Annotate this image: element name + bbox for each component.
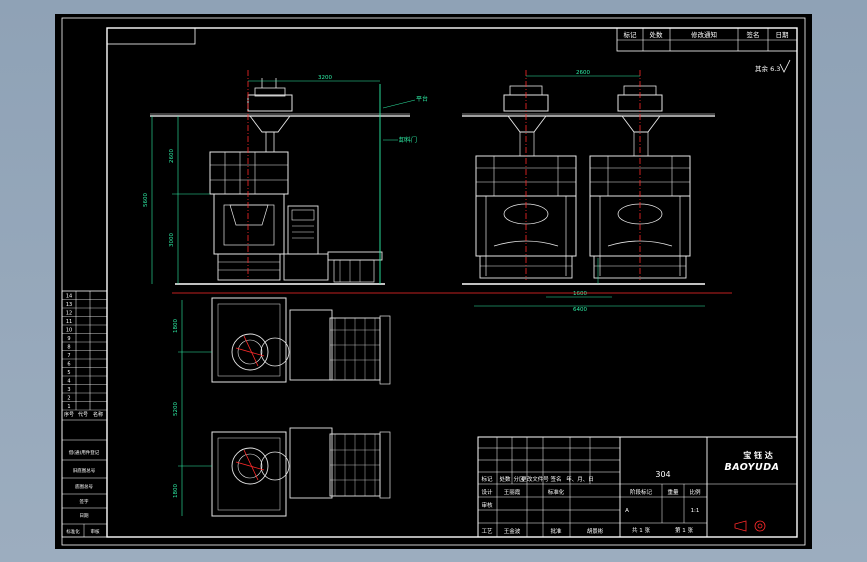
sidebar-row-number: 10 xyxy=(66,328,72,334)
tb-weight-header: 重量 xyxy=(667,488,679,496)
sidebar-label-base: 底图总号 xyxy=(75,483,93,490)
dim-left-width: 3200 xyxy=(318,75,332,81)
sidebar-bottom-review: 审核 xyxy=(91,528,100,535)
logo-text: BAOYUDA xyxy=(724,462,779,473)
platform-label: 平台 xyxy=(416,95,428,103)
dim-plan-top: 1800 xyxy=(173,319,179,333)
tb-h-count: 处数 xyxy=(499,475,511,483)
sidebar-row-number: 5 xyxy=(67,370,70,376)
dim-left-lower-height: 3000 xyxy=(169,233,175,247)
tb-approve-name: 胡景彬 xyxy=(587,527,604,535)
sidebar-label-old: 旧底图总号 xyxy=(73,467,96,474)
tb-sheets: 共 1 张 xyxy=(632,526,650,534)
tb-process-role: 工艺 xyxy=(481,528,493,535)
sidebar-row-number: 7 xyxy=(67,353,70,359)
sidebar-header-code: 代号 xyxy=(78,411,88,418)
tb-scale-value: 1:1 xyxy=(691,508,700,514)
sidebar-row-number: 4 xyxy=(67,379,70,385)
sidebar-label-reg: 借(通)用件登记 xyxy=(69,449,100,456)
dim-left-total-height: 5600 xyxy=(143,193,149,207)
tb-h-date: 年、月、日 xyxy=(566,475,594,483)
rev-header-notice: 修改通知 xyxy=(691,30,717,39)
tb-h-mark: 标记 xyxy=(481,475,493,483)
sidebar-header-name: 名称 xyxy=(93,411,103,418)
tb-scale-header: 比例 xyxy=(689,488,701,496)
rev-header-date: 日期 xyxy=(776,31,790,39)
dim-left-upper-height: 2600 xyxy=(169,149,175,163)
rev-header-sign: 签名 xyxy=(747,30,760,39)
sidebar-row-number: 6 xyxy=(67,362,70,368)
sidebar-row-number: 12 xyxy=(66,311,72,317)
tb-stage-header: 阶段标记 xyxy=(630,488,653,496)
dim-right-bottom-width: 6400 xyxy=(573,307,587,313)
rev-header-count: 处数 xyxy=(650,30,664,39)
tb-sheet-no: 第 1 张 xyxy=(675,526,693,534)
tb-designer-role: 设计 xyxy=(481,488,493,496)
sidebar-row-number: 8 xyxy=(67,345,70,351)
sidebar-bottom-standard: 标准化 xyxy=(66,528,80,535)
drawing-sheet xyxy=(55,14,812,549)
discharge-label: 卸料门 xyxy=(399,136,417,144)
tb-h-file: 更改文件号 xyxy=(521,475,549,483)
sidebar-row-number: 13 xyxy=(66,302,72,308)
tb-designer-name: 王丽霞 xyxy=(504,489,521,496)
rev-header-mark: 标记 xyxy=(624,30,638,39)
tb-standardize-role: 标准化 xyxy=(548,488,565,496)
roughness-note: 其余 6.3 xyxy=(755,64,780,73)
logo-cn: 宝 钰 达 xyxy=(743,450,773,460)
tb-stage-value: A xyxy=(625,508,629,514)
dim-right-inner-width: 1600 xyxy=(573,291,587,297)
dim-plan-bottom: 1800 xyxy=(173,484,179,498)
sidebar-row-number: 9 xyxy=(67,336,70,342)
dim-right-spacing: 2600 xyxy=(576,70,590,76)
tb-check-role: 审核 xyxy=(481,501,493,509)
tb-material: 304 xyxy=(655,470,670,479)
sidebar-header-no: 序号 xyxy=(64,411,74,418)
sidebar-row-number: 14 xyxy=(66,294,72,300)
tb-approve-role: 批准 xyxy=(550,527,562,535)
sidebar-row-number: 3 xyxy=(67,387,70,393)
tb-h-sign: 签名 xyxy=(550,475,561,483)
sidebar-label-sign: 签字 xyxy=(80,498,89,505)
sidebar-row-number: 11 xyxy=(66,319,72,325)
sidebar-label-date: 日期 xyxy=(80,513,89,519)
sidebar-row-number: 1 xyxy=(67,404,70,410)
dim-plan-mid: 5200 xyxy=(173,402,179,416)
tb-process-name: 王金波 xyxy=(504,527,521,535)
sidebar-row-number: 2 xyxy=(67,396,70,402)
